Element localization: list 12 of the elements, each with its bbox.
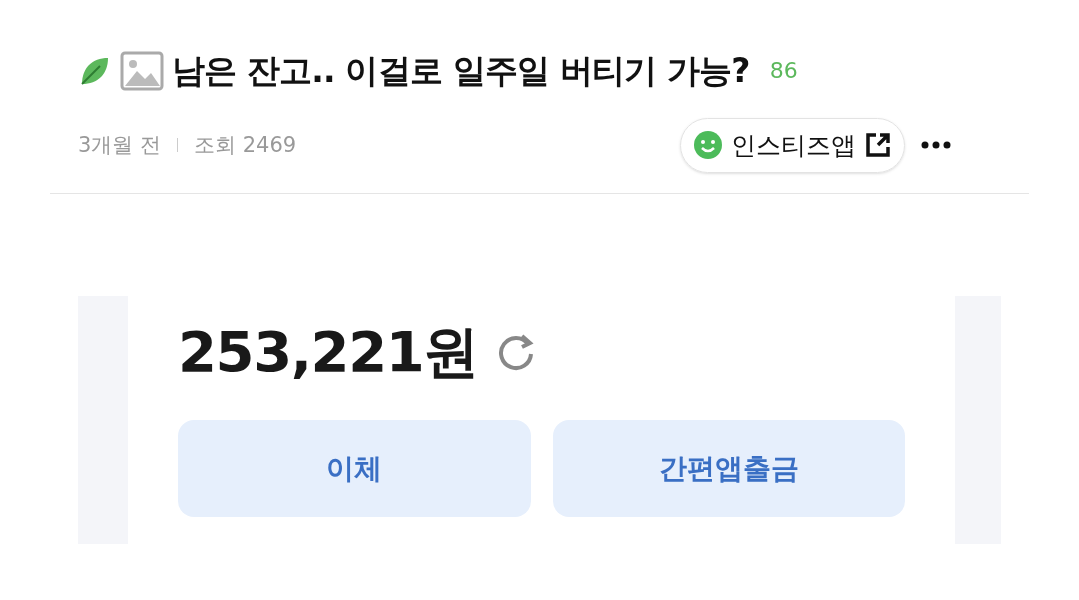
balance-amount: 253,221원	[178, 324, 478, 380]
action-button[interactable]: 이체	[178, 420, 531, 517]
external-link-icon	[864, 131, 892, 160]
post-time: 3개월 전	[78, 131, 162, 159]
smiley-icon	[693, 130, 723, 161]
comment-count: 86	[769, 57, 798, 86]
more-icon	[921, 141, 951, 150]
view-count: 조회 2469	[194, 131, 297, 159]
more-button[interactable]	[921, 141, 951, 150]
image-icon	[120, 50, 164, 91]
action-button[interactable]: 간편앱출금	[552, 420, 905, 517]
post-title: 남은 잔고.. 이걸로 일주일 버티기 가능?	[172, 50, 750, 92]
